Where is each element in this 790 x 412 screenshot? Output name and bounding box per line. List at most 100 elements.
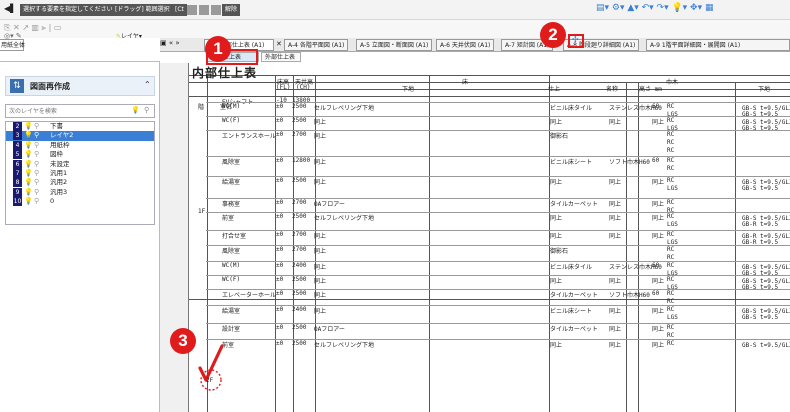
sheet-tab-strip: [0, 52, 160, 62]
layer-row[interactable]: 5 💡 ⚲ 図枠: [6, 150, 154, 160]
tab-nav-icon[interactable]: ▣ « »: [160, 39, 180, 47]
header-base: 下地: [402, 86, 415, 93]
cell-wall-base: RC: [667, 213, 675, 220]
cell-finish: タイルカーペット: [550, 326, 598, 333]
cell-ww_h: 60: [652, 290, 660, 297]
view-tools-icon[interactable]: ▤▾ ⚙▾ ▲▾ ↶▾ ↷▾ 💡▾ ✥▾ ▦: [596, 3, 713, 13]
visible-icon[interactable]: 💡: [24, 122, 33, 131]
cell-ww_h: 同上: [652, 215, 665, 222]
status-toolbar: ◀▌ 選択する要素を指定してください。 [ドラッグ] 範囲選択 [Ct 解除 ▤…: [0, 0, 790, 20]
header-floor-finish: 床: [462, 79, 469, 86]
cell-room: エントランスホール: [222, 133, 276, 140]
cell-ww_name: 同上: [609, 119, 622, 126]
tab-a9[interactable]: A-9 1階平面詳細図・展開図 (A1): [646, 39, 790, 51]
visible-icon[interactable]: 💡: [24, 188, 33, 197]
cell-wall-base: RC: [667, 254, 675, 261]
layer-row[interactable]: 8 💡 ⚲ 汎用2: [6, 178, 154, 188]
cell-wall-base: RC: [667, 324, 675, 331]
header-floor: 階: [198, 104, 205, 111]
lock-icon[interactable]: ⚲: [34, 150, 39, 159]
cell-wall-base: RC: [667, 165, 675, 172]
toggle-icon[interactable]: ◀▌: [4, 4, 16, 13]
regenerate-panel-header[interactable]: ⇅ 図面再作成 ⌃: [5, 76, 155, 96]
cell-ww_name: 同上: [609, 308, 622, 315]
cell-fl: ±0: [276, 117, 284, 124]
cell-fl: ±0: [276, 231, 284, 238]
layer-row[interactable]: 4 💡 ⚲ 用紙枠: [6, 140, 154, 150]
cell-ch: 2500: [292, 276, 307, 283]
cell-ww_h: 同上: [652, 201, 665, 208]
cell-finish: ビニル床シート: [550, 159, 593, 166]
cell-ch: 2700: [292, 199, 307, 206]
cell-ww_name: 同上: [609, 233, 622, 240]
status-release-hint: 解除: [222, 4, 241, 16]
cell-base: 同上: [314, 248, 327, 255]
visible-icon[interactable]: 💡: [24, 131, 33, 140]
visible-icon[interactable]: 💡: [24, 141, 33, 150]
cell-wall-base: LGS: [667, 185, 678, 192]
cell-finish: 御影石: [550, 133, 569, 140]
callout-badge: 1: [205, 36, 231, 62]
tab-a5[interactable]: A-5 立面図・断面図 (A1): [356, 39, 433, 51]
layer-row[interactable]: 6 💡 ⚲ 未設定: [6, 159, 154, 169]
cell-room: 風除室: [222, 248, 241, 255]
cell-ww_h: 同上: [652, 308, 665, 315]
layer-row[interactable]: 7 💡 ⚲ 汎用1: [6, 168, 154, 178]
collapse-icon[interactable]: ⌃: [144, 80, 151, 89]
regenerate-icon: ⇅: [10, 79, 24, 93]
cell-base: セルフレベリング下地: [314, 105, 375, 112]
bulb-icon[interactable]: 💡: [131, 106, 140, 114]
cell-ww_h: 同上: [652, 119, 665, 126]
layer-row[interactable]: 10 💡 ⚲ 0: [6, 197, 154, 207]
tab-a6[interactable]: A-6 天井伏図 (A1): [436, 39, 495, 51]
cell-base: OAフロアー: [314, 326, 345, 333]
cell-room: 事務室: [222, 201, 241, 208]
cell-fl: ±0: [276, 340, 284, 347]
layer-row-selected[interactable]: 3 💡 ⚲ レイヤ2: [6, 131, 154, 141]
cell-base: 同上: [314, 278, 327, 285]
cell-ch: 12800: [292, 157, 311, 164]
lock-icon[interactable]: ⚲: [34, 160, 39, 169]
cell-fl: ±0: [276, 131, 284, 138]
layer-row[interactable]: 2 💡 ⚲ 下書: [6, 122, 154, 131]
tool-icon[interactable]: ✣: [572, 35, 579, 44]
cell-fl: ±0: [276, 324, 284, 331]
search-icon[interactable]: ⚲: [144, 106, 149, 114]
lock-icon[interactable]: ⚲: [34, 122, 39, 131]
cell-finish: 同上: [550, 179, 563, 186]
visible-icon[interactable]: 💡: [24, 169, 33, 178]
cell-fl: ±0: [276, 306, 284, 313]
close-icon[interactable]: ✕: [276, 40, 282, 48]
tab-a4[interactable]: A-4 各階平面図 (A1): [284, 39, 349, 51]
visible-icon[interactable]: 💡: [24, 160, 33, 169]
cell-room: 風除室: [222, 159, 241, 166]
visible-icon[interactable]: 💡: [24, 197, 33, 206]
lock-icon[interactable]: ⚲: [34, 178, 39, 187]
lock-icon[interactable]: ⚲: [34, 131, 39, 140]
cell-ch: 2500: [292, 103, 307, 110]
lock-icon[interactable]: ⚲: [34, 197, 39, 206]
tab-sheet-all[interactable]: 用紙全体: [0, 39, 25, 51]
subtab-external[interactable]: 外部仕上表: [261, 52, 301, 62]
cell-base: 同上: [314, 308, 327, 315]
cell-ww_h: 同上: [652, 342, 665, 349]
layer-button[interactable]: ✎レイヤ▾: [116, 31, 142, 40]
cell-finish: 御影石: [550, 248, 569, 255]
lock-icon[interactable]: ⚲: [34, 188, 39, 197]
cell-base: 同上: [314, 292, 327, 299]
cell-wall-base: RC: [667, 290, 675, 297]
cell-wall-base: LGS: [667, 314, 678, 321]
cell-finish: タイルカーペット: [550, 292, 598, 299]
cell-wall-board: GB-R t=9.5: [742, 221, 779, 228]
cell-fl: ±0: [276, 290, 284, 297]
header-ch-unit: (CH): [296, 84, 311, 91]
layer-row[interactable]: 9 💡 ⚲ 汎用3: [6, 187, 154, 197]
cell-finish: 同上: [550, 119, 563, 126]
cell-fl: ±0: [276, 199, 284, 206]
visible-icon[interactable]: 💡: [24, 150, 33, 159]
lock-icon[interactable]: ⚲: [34, 141, 39, 150]
lock-icon[interactable]: ⚲: [34, 169, 39, 178]
cell-room: 打合せ室: [222, 233, 247, 240]
visible-icon[interactable]: 💡: [24, 178, 33, 187]
cell-finish: ビニル床タイル: [550, 264, 593, 271]
